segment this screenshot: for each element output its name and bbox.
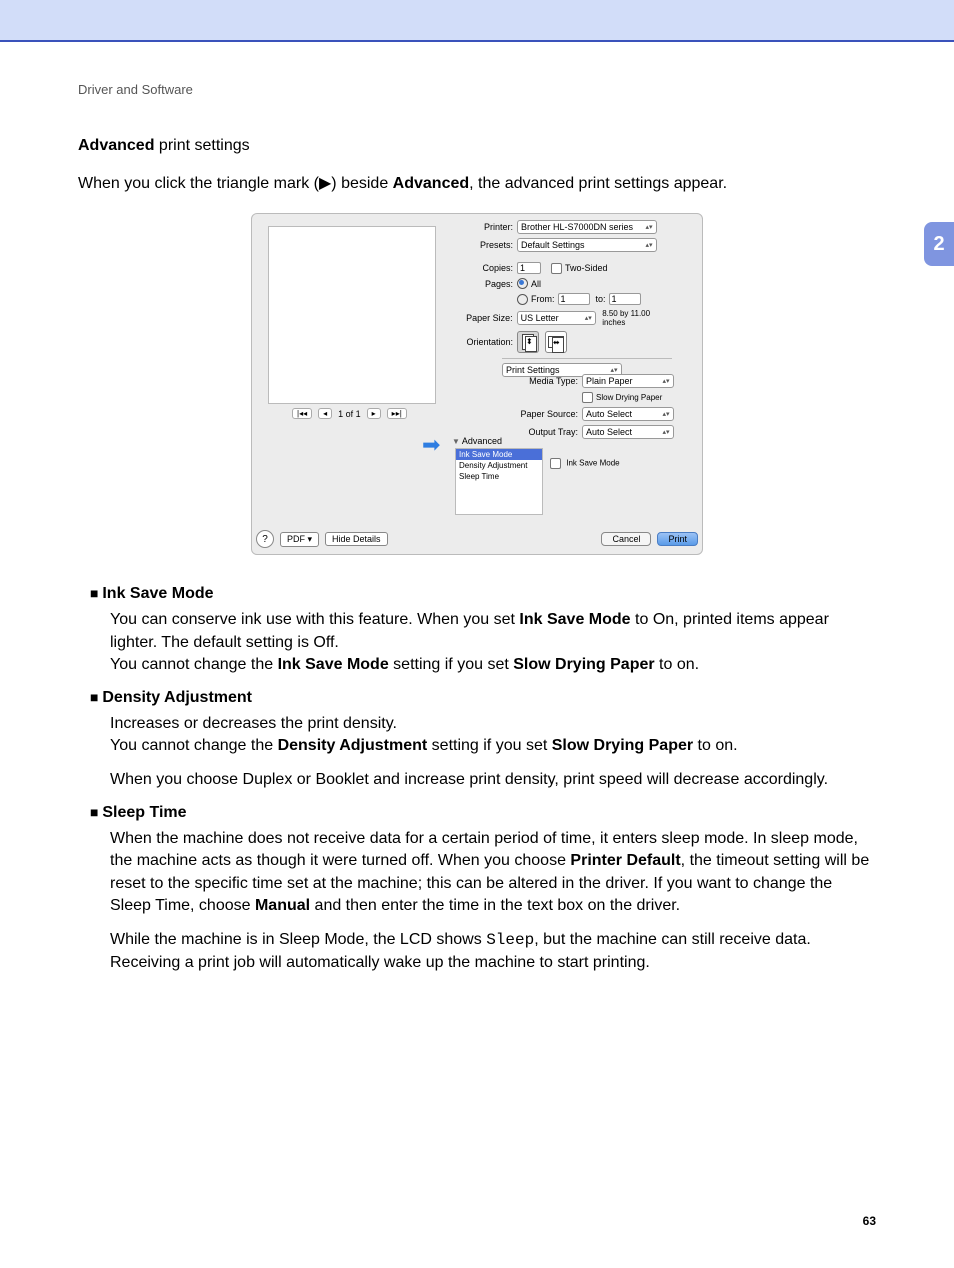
copies-label: Copies: (455, 263, 517, 273)
help-button[interactable]: ? (256, 530, 274, 548)
next-page-button[interactable]: ▸ (367, 408, 381, 419)
callout-arrow-icon: ➡ (422, 432, 440, 458)
orientation-label: Orientation: (455, 337, 517, 347)
first-page-button[interactable]: |◂◂ (292, 408, 312, 419)
hide-details-button[interactable]: Hide Details (325, 532, 388, 546)
paper-source-select[interactable]: Auto Select▴▾ (582, 407, 674, 421)
triangle-icon: ▶ (319, 175, 331, 192)
page-number: 63 (78, 1214, 876, 1228)
bullet-sleep-title: Sleep Time (90, 804, 876, 822)
pages-to-input[interactable]: 1 (609, 293, 641, 305)
pages-all-label: All (531, 279, 541, 289)
bullet-ink-save-p1: You can conserve ink use with this featu… (110, 609, 876, 676)
print-dialog: |◂◂ ◂ 1 of 1 ▸ ▸▸| Printer: Brother HL-S… (251, 213, 703, 555)
paper-size-label: Paper Size: (455, 313, 517, 323)
bullet-density-title: Density Adjustment (90, 689, 876, 707)
from-label: From: (531, 294, 555, 304)
printer-select[interactable]: Brother HL-S7000DN series▴▾ (517, 220, 657, 234)
slow-drying-checkbox[interactable] (582, 392, 593, 403)
print-preview-pane (268, 226, 436, 404)
to-label: to: (596, 294, 606, 304)
prev-page-button[interactable]: ◂ (318, 408, 332, 419)
orientation-landscape-button[interactable]: ⬌ (545, 331, 567, 353)
bullet-sleep-p2: While the machine is in Sleep Mode, the … (110, 929, 876, 974)
ink-save-check-label: Ink Save Mode (566, 459, 619, 468)
output-tray-label: Output Tray: (500, 427, 582, 437)
chevron-updown-icon: ▴▾ (645, 224, 653, 231)
media-type-label: Media Type: (500, 376, 582, 386)
output-tray-select[interactable]: Auto Select▴▾ (582, 425, 674, 439)
disclosure-triangle-icon: ▼ (452, 437, 460, 446)
chevron-updown-icon: ▴▾ (662, 378, 670, 385)
breadcrumb: Driver and Software (78, 82, 876, 97)
section-title: Advanced print settings (78, 137, 876, 155)
paper-dims: 8.50 by 11.00 inches (602, 309, 675, 327)
pages-from-input[interactable]: 1 (558, 293, 590, 305)
pages-range-radio[interactable] (517, 294, 528, 305)
presets-label: Presets: (455, 240, 517, 250)
title-rest: print settings (154, 137, 249, 154)
pages-label: Pages: (455, 279, 517, 289)
pages-all-radio[interactable] (517, 278, 528, 289)
title-bold: Advanced (78, 137, 154, 154)
chevron-updown-icon: ▴▾ (662, 429, 670, 436)
last-page-button[interactable]: ▸▸| (387, 408, 407, 419)
paper-source-label: Paper Source: (500, 409, 582, 419)
advanced-options-list: Ink Save Mode Density Adjustment Sleep T… (455, 448, 543, 515)
two-sided-checkbox[interactable] (551, 263, 562, 274)
bullet-sleep-p1: When the machine does not receive data f… (110, 828, 876, 918)
media-type-select[interactable]: Plain Paper▴▾ (582, 374, 674, 388)
print-button[interactable]: Print (657, 532, 698, 546)
printer-label: Printer: (455, 222, 517, 232)
chevron-updown-icon: ▴▾ (584, 315, 592, 322)
orientation-portrait-button[interactable]: ⬍ (517, 331, 539, 353)
intro-paragraph: When you click the triangle mark (▶) bes… (78, 173, 876, 195)
chapter-tab: 2 (924, 222, 954, 266)
top-banner (0, 0, 954, 42)
bullet-ink-save-title: Ink Save Mode (90, 585, 876, 603)
chevron-updown-icon: ▴▾ (645, 242, 653, 249)
ink-save-checkbox[interactable] (550, 458, 561, 469)
slow-drying-label: Slow Drying Paper (596, 393, 662, 402)
bullet-density-p2: When you choose Duplex or Booklet and in… (110, 769, 876, 791)
page-counter: 1 of 1 (338, 409, 361, 419)
copies-input[interactable]: 1 (517, 262, 541, 274)
advanced-toggle[interactable]: ▼Advanced (452, 436, 502, 446)
cancel-button[interactable]: Cancel (601, 532, 651, 546)
dialog-figure: |◂◂ ◂ 1 of 1 ▸ ▸▸| Printer: Brother HL-S… (78, 213, 876, 555)
preview-nav: |◂◂ ◂ 1 of 1 ▸ ▸▸| (292, 408, 407, 419)
chevron-updown-icon: ▴▾ (662, 411, 670, 418)
advanced-item-sleep[interactable]: Sleep Time (456, 471, 542, 482)
pdf-menu-button[interactable]: PDF ▾ (280, 532, 319, 547)
advanced-item-ink-save[interactable]: Ink Save Mode (456, 449, 542, 460)
presets-select[interactable]: Default Settings▴▾ (517, 238, 657, 252)
two-sided-label: Two-Sided (565, 263, 608, 273)
paper-size-select[interactable]: US Letter▴▾ (517, 311, 597, 325)
chevron-updown-icon: ▴▾ (610, 367, 618, 374)
advanced-item-density[interactable]: Density Adjustment (456, 460, 542, 471)
bullet-density-p1: Increases or decreases the print density… (110, 713, 876, 758)
